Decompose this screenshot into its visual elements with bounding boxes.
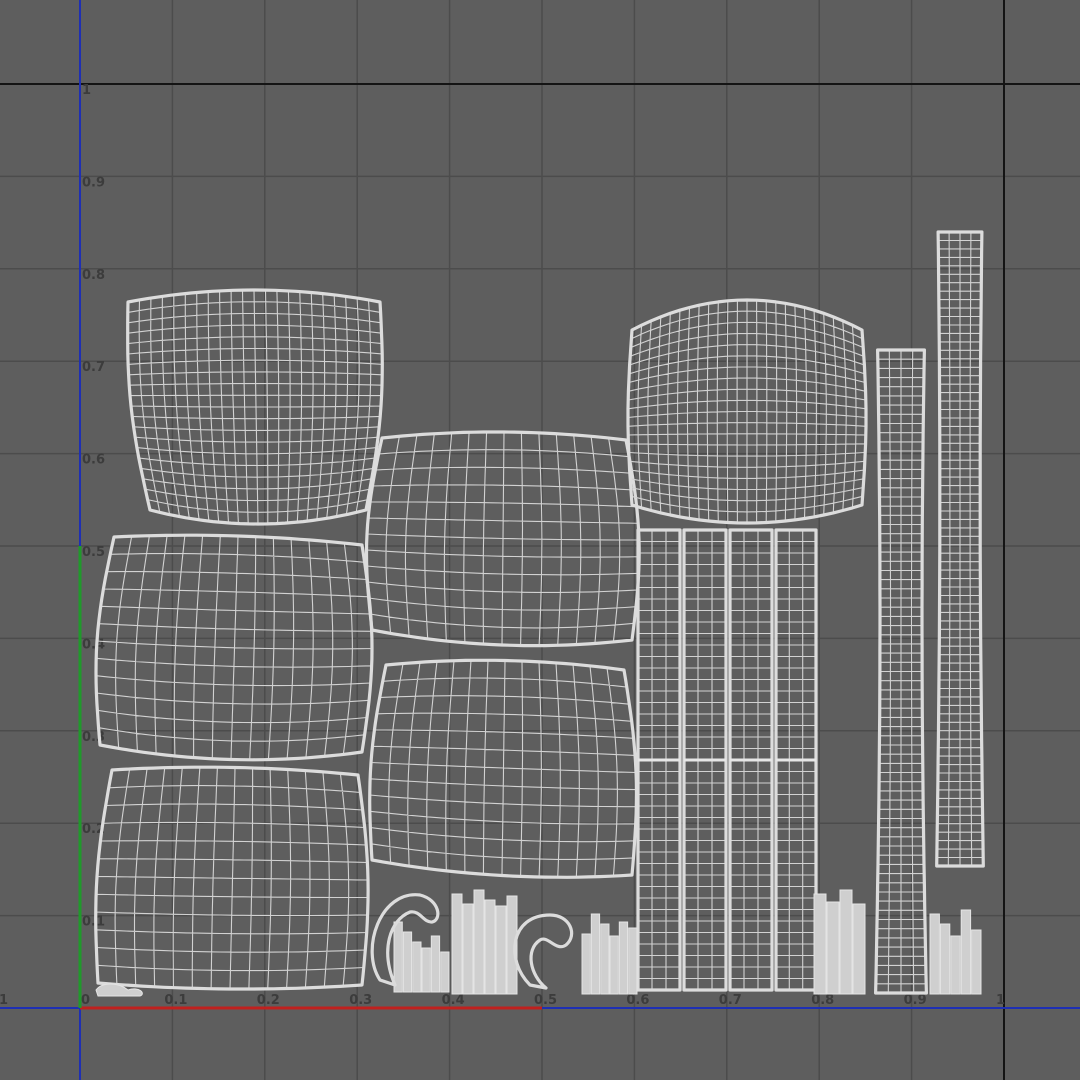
u-tick-label: 0.1: [164, 993, 187, 1008]
v-tick-label: 0.3: [82, 730, 105, 745]
v-tick-label: 0.9: [82, 175, 105, 190]
tallest-post[interactable]: [935, 230, 985, 868]
u-tick-label: 0.7: [719, 993, 742, 1008]
mid-cushion[interactable]: [94, 533, 374, 762]
v-tick-label: 0.4: [82, 637, 105, 652]
v-tick-label: 0.1: [82, 915, 105, 930]
detail-block: [440, 951, 450, 993]
detail-block: [484, 899, 496, 995]
detail-block: [412, 941, 422, 993]
detail-block: [618, 921, 629, 995]
u-tick-label: 0.9: [904, 993, 927, 1008]
upper-cushion[interactable]: [126, 288, 384, 526]
detail-block: [600, 923, 610, 995]
tall-post[interactable]: [874, 348, 928, 995]
u-tick-label: 0.8: [811, 993, 834, 1008]
v-tick-label: 0.5: [82, 545, 105, 560]
detail-block: [430, 935, 441, 993]
v-tick-label: 0.8: [82, 268, 105, 283]
u-tick-label: 0.6: [626, 993, 649, 1008]
u-tick-label: 0.3: [349, 993, 372, 1008]
u-tick-label: 1: [996, 993, 1005, 1008]
detail-block: [939, 923, 951, 995]
detail-block: [421, 947, 431, 993]
small-detail-shells[interactable]: [95, 889, 982, 997]
detail-block: [402, 931, 413, 993]
uv-axes: [0, 0, 1080, 1080]
detail-block: [813, 893, 827, 995]
u-tick-label: -0.1: [0, 993, 8, 1008]
v-tick-label: 0.7: [82, 360, 105, 375]
uv-grid: [0, 0, 1080, 1080]
uv-editor-viewport[interactable]: -0.100.10.20.30.40.50.60.70.80.910.10.20…: [0, 0, 1080, 1080]
detail-block: [929, 913, 940, 995]
detail-block: [473, 889, 485, 995]
u-tick-label: 0: [81, 993, 90, 1008]
detail-block: [451, 893, 463, 995]
v-tick-label: 1: [82, 83, 91, 98]
uv-canvas[interactable]: -0.100.10.20.30.40.50.60.70.80.910.10.20…: [0, 0, 1080, 1080]
detail-block: [971, 929, 982, 995]
top-cap[interactable]: [626, 298, 868, 525]
center-upper-cushion[interactable]: [364, 430, 641, 648]
detail-block: [609, 935, 619, 995]
u-tick-label: 0.2: [257, 993, 280, 1008]
u-tick-label: 0.5: [534, 993, 557, 1008]
detail-block: [590, 913, 601, 995]
detail-block: [852, 903, 866, 995]
detail-block: [839, 889, 853, 995]
lower-cushion[interactable]: [94, 765, 370, 991]
detail-block: [581, 933, 591, 995]
detail-block: [826, 901, 840, 995]
hook-shell-right[interactable]: [513, 913, 574, 990]
u-tick-label: 0.4: [442, 993, 465, 1008]
detail-block: [462, 903, 474, 995]
uv-shells[interactable]: [94, 230, 985, 997]
detail-block: [960, 909, 972, 995]
center-lower-cushion[interactable]: [368, 658, 638, 879]
detail-block: [495, 905, 507, 995]
detail-block: [950, 935, 961, 995]
v-tick-label: 0.6: [82, 453, 105, 468]
detail-block: [628, 927, 638, 995]
